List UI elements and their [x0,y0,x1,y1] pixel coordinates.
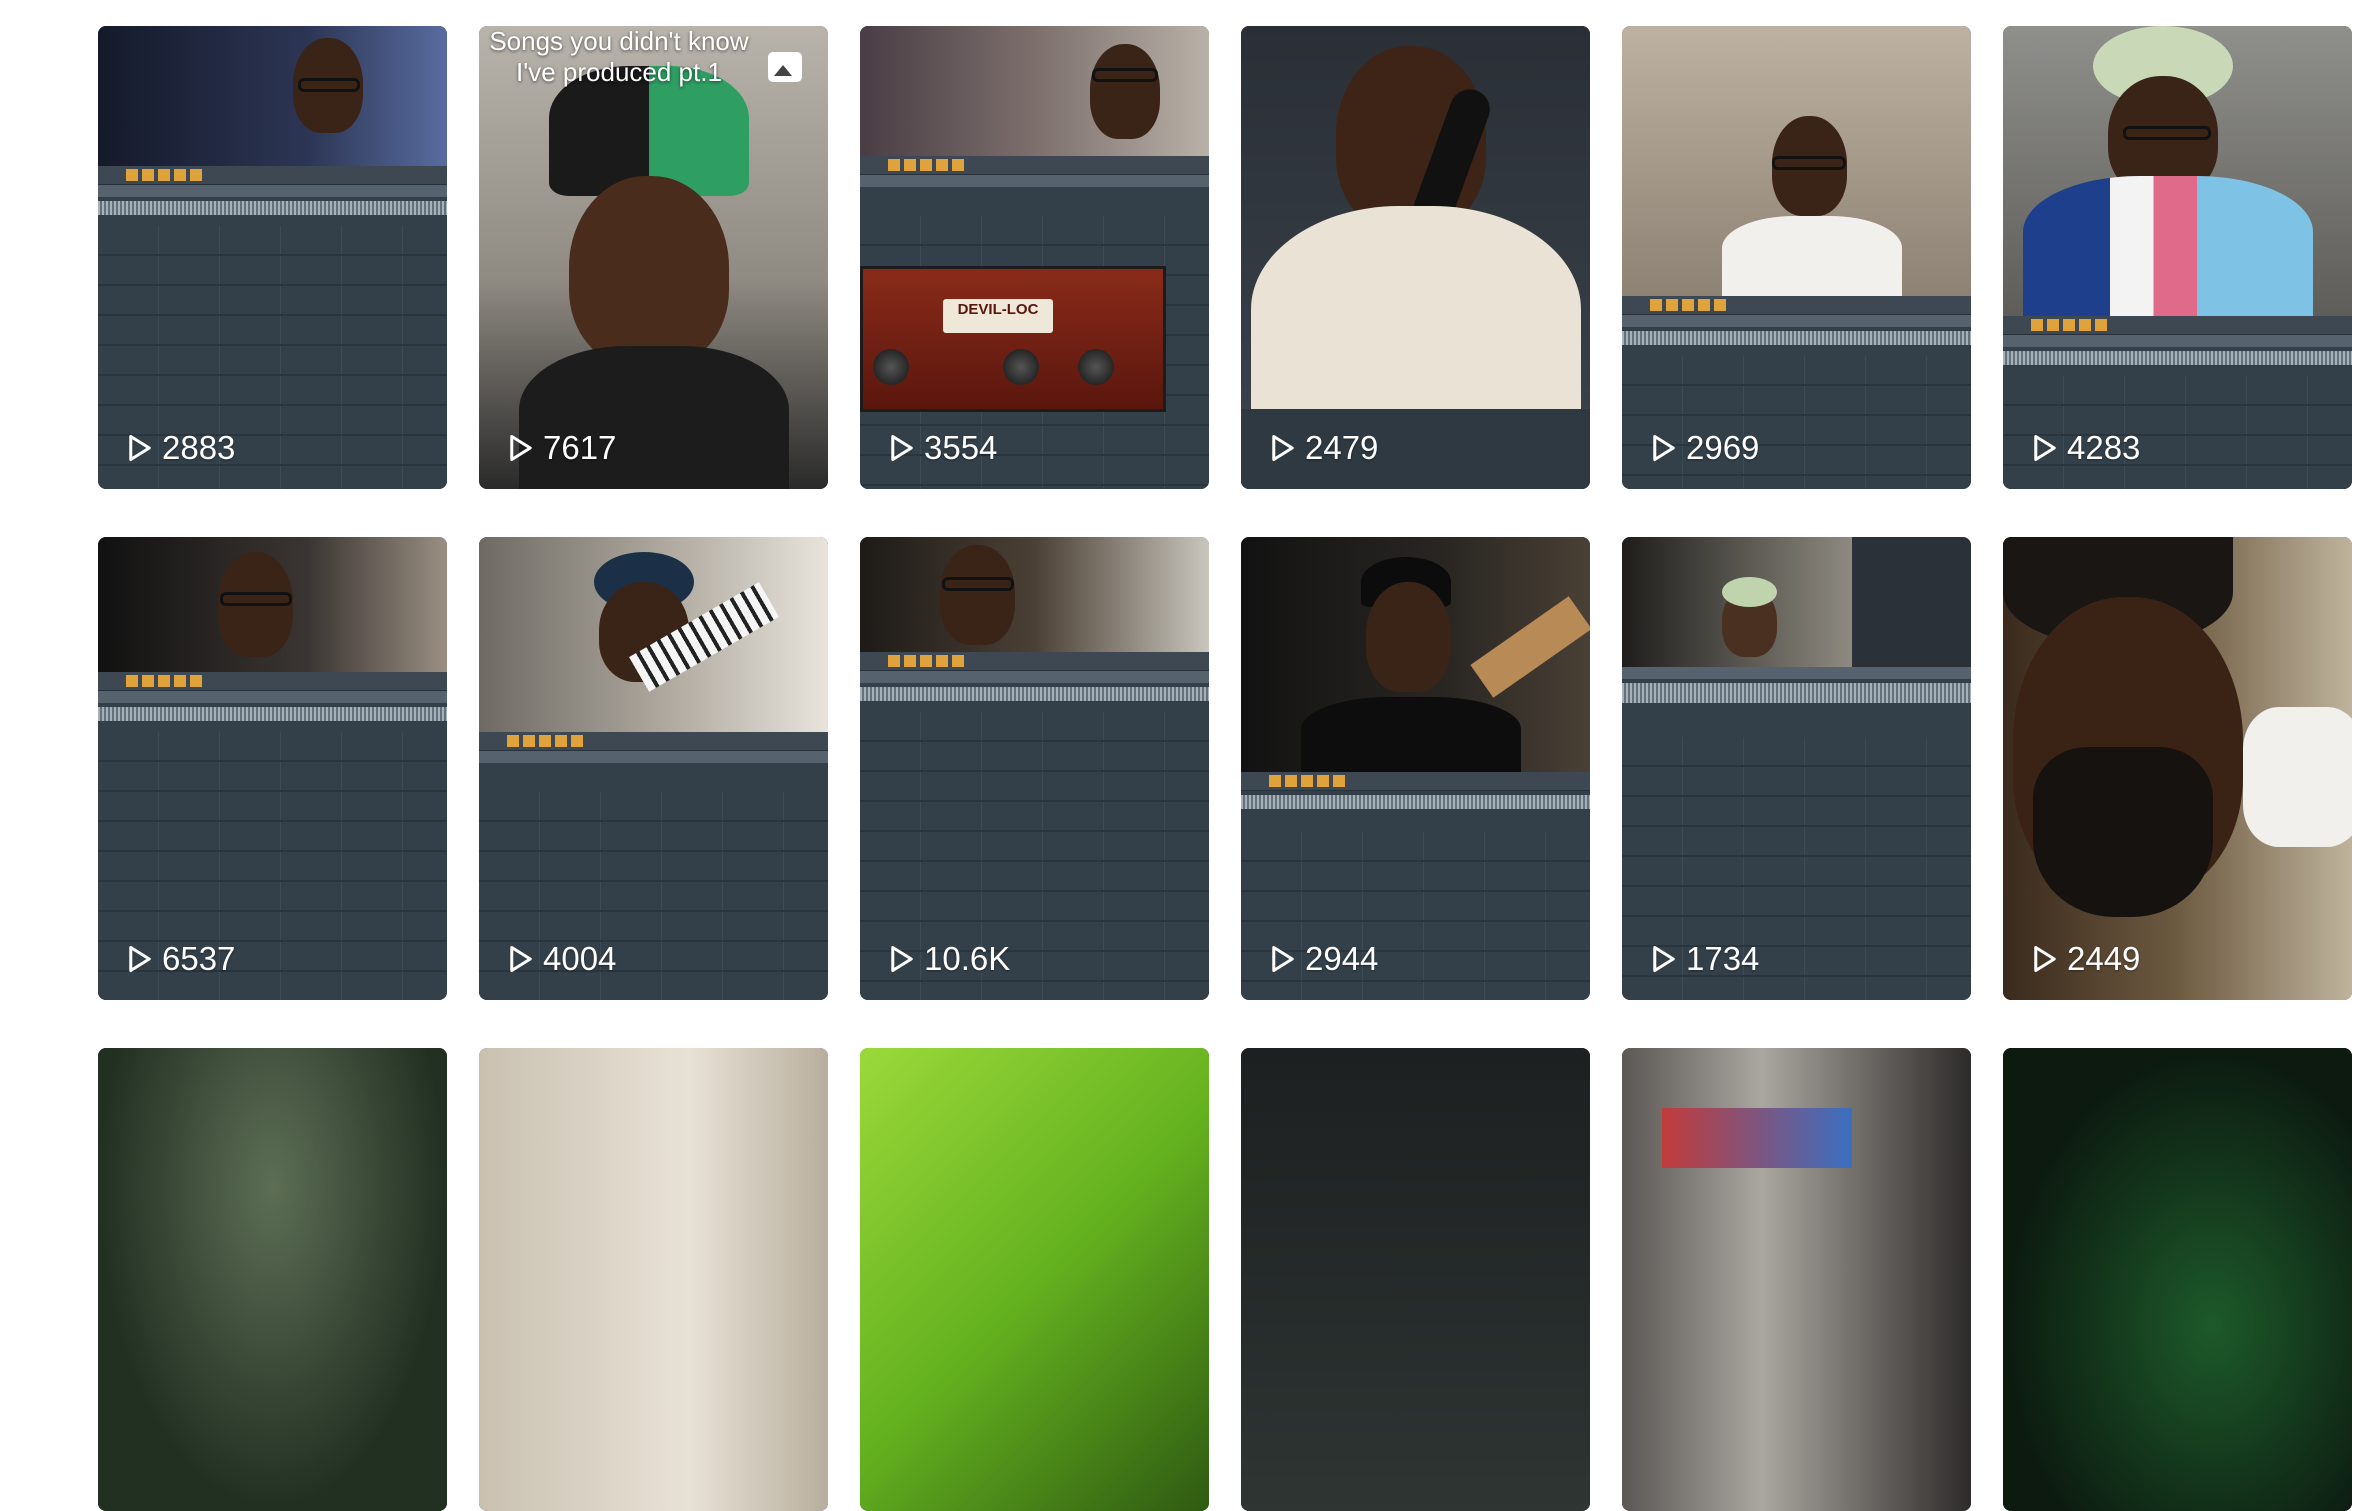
play-icon [129,434,151,462]
play-icon [1272,434,1294,462]
video-thumbnail [2003,537,2352,1000]
video-thumbnail [98,26,447,489]
video-thumbnail [479,26,828,489]
video-thumbnail [1622,1048,1971,1511]
video-tile[interactable] [860,1048,1209,1511]
caption-line: I've produced pt.1 [516,57,722,87]
video-thumbnail [479,1048,828,1511]
plugin-window: DEVIL-LOC [860,266,1166,412]
view-count: 2883 [126,429,235,467]
video-tile[interactable]: 2883 [98,26,447,489]
play-icon [1653,434,1675,462]
play-icon [2034,945,2056,973]
video-thumbnail [98,537,447,1000]
play-icon [891,434,913,462]
view-count-value: 7617 [543,429,617,466]
video-tile[interactable]: Songs you didn't know I've produced pt.1… [479,26,828,489]
video-tile[interactable]: 10.6K [860,537,1209,1000]
view-count: 3554 [888,429,997,467]
video-tile[interactable]: 4004 [479,537,828,1000]
view-count-value: 2969 [1686,429,1760,466]
video-thumbnail [2003,1048,2352,1511]
video-thumbnail [1622,537,1971,1000]
video-thumbnail [1241,26,1590,489]
video-tile[interactable]: 6537 [98,537,447,1000]
view-count: 2449 [2031,940,2140,978]
video-tile[interactable] [1622,1048,1971,1511]
video-tile[interactable]: 2944 [1241,537,1590,1000]
video-grid: 2883 Songs you didn't know I've produced… [98,26,2352,1511]
photo-icon [768,52,802,82]
video-tile[interactable] [2003,1048,2352,1511]
view-count-value: 10.6K [924,940,1011,977]
view-count: 2969 [1650,429,1759,467]
video-thumbnail [1241,537,1590,1000]
video-tile[interactable]: 4283 [2003,26,2352,489]
view-count: 10.6K [888,940,1010,978]
video-thumbnail: DEVIL-LOC [860,26,1209,489]
video-thumbnail [860,1048,1209,1511]
view-count: 1734 [1650,940,1759,978]
play-icon [129,945,151,973]
video-thumbnail [479,537,828,1000]
view-count: 2479 [1269,429,1378,467]
play-icon [510,434,532,462]
video-tile[interactable]: 2969 [1622,26,1971,489]
view-count: 2944 [1269,940,1378,978]
view-count: 4283 [2031,429,2140,467]
video-thumbnail [98,1048,447,1511]
play-icon [1653,945,1675,973]
play-icon [891,945,913,973]
video-tile[interactable] [1241,1048,1590,1511]
video-tile[interactable]: DEVIL-LOC 3554 [860,26,1209,489]
video-tile[interactable]: 2479 [1241,26,1590,489]
view-count-value: 4004 [543,940,617,977]
play-icon [510,945,532,973]
view-count: 4004 [507,940,616,978]
video-tile[interactable]: 1734 [1622,537,1971,1000]
view-count-value: 2944 [1305,940,1379,977]
video-caption: Songs you didn't know I've produced pt.1 [479,26,759,88]
video-thumbnail [1241,1048,1590,1511]
video-thumbnail [2003,26,2352,489]
view-count-value: 6537 [162,940,236,977]
view-count-value: 4283 [2067,429,2141,466]
play-icon [1272,945,1294,973]
video-thumbnail [1622,26,1971,489]
view-count-value: 3554 [924,429,998,466]
view-count-value: 2479 [1305,429,1379,466]
view-count-value: 1734 [1686,940,1760,977]
video-thumbnail [860,537,1209,1000]
view-count-value: 2883 [162,429,236,466]
video-tile[interactable]: 2449 [2003,537,2352,1000]
video-tile[interactable] [98,1048,447,1511]
play-icon [2034,434,2056,462]
video-tile[interactable] [479,1048,828,1511]
plugin-name: DEVIL-LOC [943,299,1053,333]
caption-line: Songs you didn't know [489,26,749,56]
view-count: 7617 [507,429,616,467]
view-count: 6537 [126,940,235,978]
view-count-value: 2449 [2067,940,2141,977]
